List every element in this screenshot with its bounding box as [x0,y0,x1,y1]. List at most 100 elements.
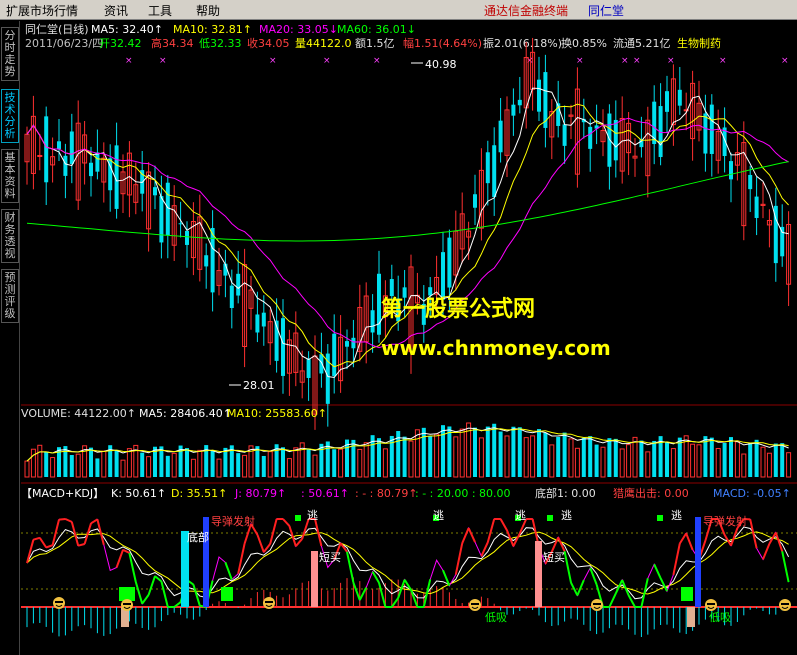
volume-bar [267,451,273,478]
green-block [681,587,693,601]
volume-bar [760,446,766,478]
menu-news[interactable]: 资讯 [100,2,132,19]
smiley-icon [53,597,65,609]
macd-legend-6: : - : 20.00 : 80.00 [415,487,511,500]
menu-tools[interactable]: 工具 [144,2,176,19]
volume-bar [261,455,266,477]
macd-legend-3: J: 80.79↑ [234,487,286,500]
low-label: 28.01 [243,379,275,392]
quote-field-0: 2011/06/23/四 [25,37,103,50]
quote-field-1: 开32.42 [99,37,142,50]
kdj-signal-segment [51,519,60,546]
smiley-icon [591,599,603,611]
candle-body [613,119,618,161]
side-tab-1[interactable]: 技术分析 [1,89,19,143]
kdj-signal-segment [499,518,508,531]
macd-legend-5: : - : 80.79↑ [355,487,418,500]
volume-bar [382,448,388,478]
volume-bar [722,443,727,477]
volume-bar [185,448,189,477]
quote-field-8: 振2.01(6.18%) [483,36,562,50]
volume-bar [734,441,740,478]
kdj-signal-segment [352,582,361,601]
kdj-signal-segment [762,543,771,560]
candle-body [511,104,516,116]
volume-bar [543,432,548,477]
watermark-title: 第一股票公式网 [381,296,535,322]
escape-label: 逃 [561,509,572,522]
smiley-icon [263,597,275,609]
signal-marker: × [125,56,133,66]
quote-field-9: 换0.85% [561,36,607,50]
volume-bar [126,448,132,478]
volume-legend-1: MA5: 28406.40↑ [139,407,232,420]
short-buy-bar [311,551,318,607]
menu-extended-market[interactable]: 扩展市场行情 [2,2,82,19]
volume-bar [588,436,593,477]
volume-bar [492,423,497,477]
quote-field-11: 生物制药 [677,36,721,50]
volume-bar [748,442,753,477]
volume-bar [652,440,657,477]
signal-marker: × [576,56,584,66]
volume-bar [729,437,733,477]
volume-bar [242,454,248,478]
candle-body [44,116,49,183]
escape-label: 逃 [307,509,318,522]
volume-bar [223,447,228,477]
kdj-signal-segment [77,543,85,547]
stock-name: 同仁堂 [588,4,625,18]
volume-bar [715,447,721,478]
candle-body [319,354,324,374]
volume-bar [690,443,696,478]
candle-body [498,120,503,153]
volume-bar [600,446,606,478]
volume-bar [434,433,440,478]
candle-body [370,310,375,333]
side-tab-2[interactable]: 基本资料 [1,149,19,203]
volume-bar [696,444,702,478]
candle-body [153,187,157,196]
volume-bar [332,449,337,477]
ma-legend-4: MA60: 36.01↓ [337,23,416,36]
volume-bar [645,451,651,478]
side-tab-0[interactable]: 分时走势 [1,27,19,81]
escape-label: 逃 [433,509,444,522]
candle-body [677,89,682,106]
menu-help[interactable]: 帮助 [192,2,224,19]
volume-legend-2: MA10: 25583.60↑ [227,407,327,420]
candle-body [204,255,209,267]
candle-body [281,318,285,376]
volume-bar [197,449,203,478]
quote-field-6: 额1.5亿 [355,37,395,50]
candle-body [492,145,497,198]
kdj-signal-segment [467,527,476,543]
escape-label: 逃 [671,509,682,522]
kdj-signal-segment [346,551,355,583]
macd-legend-9: MACD: -0.05↑ [713,487,791,500]
volume-bar [95,458,100,477]
candle-body [428,287,433,296]
volume-bar [281,447,285,477]
bottom-label: 底部 [187,530,209,544]
smiley-icon [779,599,791,611]
kdj-signal-segment [64,518,73,523]
volume-bar [786,452,792,478]
volume-bar [165,455,170,477]
candle-body [517,99,522,106]
side-tab-3[interactable]: 财务透视 [1,209,19,263]
candle-body [351,337,356,349]
macd-legend-1: K: 50.61↑ [111,487,166,500]
quote-field-4: 收34.05 [247,36,290,50]
missile-label: 导弹发射 [211,514,255,528]
ma-legend-1: MA5: 32.40↑ [91,23,163,36]
volume-bar [30,448,36,478]
side-tab-4[interactable]: 预测评级 [1,269,19,323]
smiley-icon [121,599,133,611]
kdj-signal-segment [256,534,265,553]
volume-bar [523,437,529,478]
chart-area[interactable]: 同仁堂(日线) MA5: 32.40↑ MA10: 32.81↑ MA20: 33.0… [21,21,797,655]
signal-marker: × [781,56,789,66]
volume-bar [626,444,632,478]
volume-bar [670,448,676,478]
